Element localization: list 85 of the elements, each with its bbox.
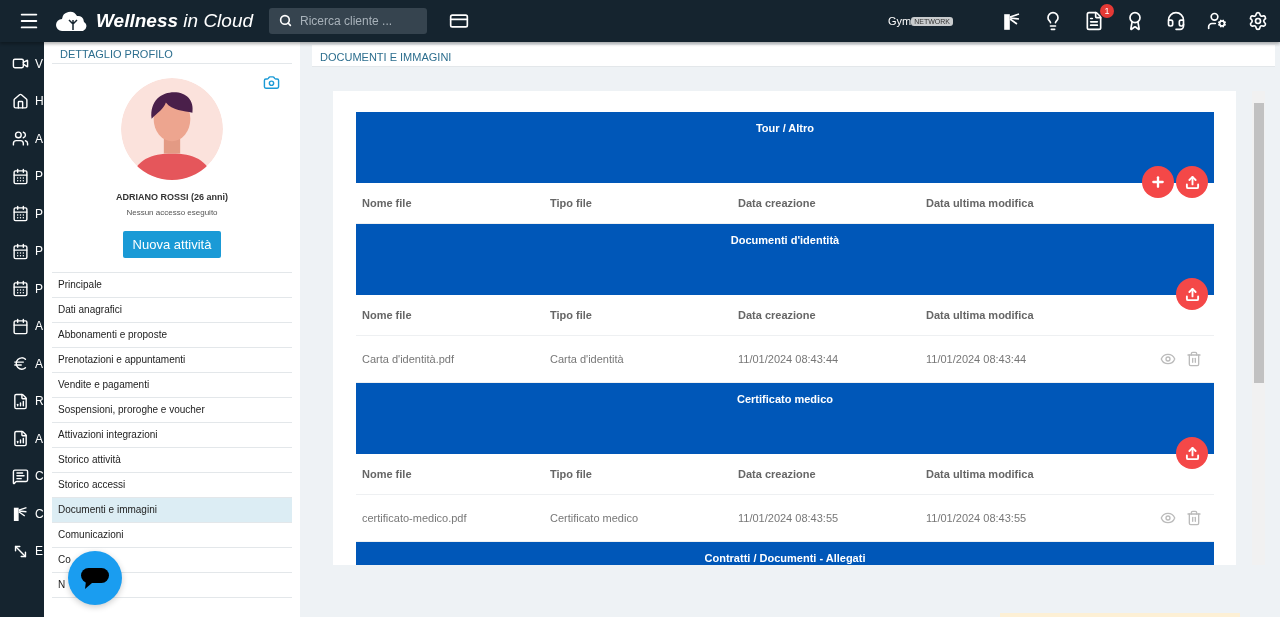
sidebar-label[interactable]: P [35,169,43,184]
access-status: Nessun accesso eseguito [126,208,218,217]
upload-button[interactable] [1176,166,1208,198]
plus-icon [1150,174,1166,190]
euro-icon[interactable] [12,355,29,373]
card-icon[interactable] [449,11,470,31]
profile-menu-item[interactable]: Prenotazioni e appuntamenti [52,348,292,373]
column-header: Tipo file [549,468,593,480]
user-gear-icon[interactable] [1207,11,1227,31]
turnstile-icon[interactable] [1002,11,1022,31]
profile-menu-item[interactable]: Attivazioni integrazioni [52,423,292,448]
column-header: Nome file [361,197,413,209]
profile-menu-item[interactable]: Principale [52,273,292,298]
sidebar-label[interactable]: E [35,544,43,559]
profile-menu-item[interactable]: Sospensioni, proroghe e voucher [52,398,292,423]
table-cell-text: certificato-medico.pdf [361,512,468,524]
sidebar-label[interactable]: P [35,281,43,296]
column-header: Nome file [361,309,413,321]
column-header: Data ultima modifica [925,197,1035,209]
search-icon [279,14,293,27]
camera-icon[interactable] [263,74,280,91]
message-icon[interactable] [12,467,29,485]
users-icon[interactable] [12,130,29,148]
sidebar-label[interactable]: C [35,506,44,521]
document-icon[interactable] [1084,11,1104,31]
profile-menu-item[interactable]: Vendite e pagamenti [52,373,292,398]
scrollbar-thumb[interactable] [1253,103,1264,383]
headset-icon[interactable] [1166,11,1186,31]
column-header: Data creazione [737,197,817,209]
home-icon[interactable] [12,92,29,110]
table-cell-text: 11/01/2024 08:43:44 [925,353,1028,365]
upload-icon [1184,174,1200,190]
sidebar-label[interactable]: A [35,431,43,446]
calendar-icon[interactable] [12,280,29,298]
profile-menu-item[interactable]: Storico attività [52,448,292,473]
table-cell-text: Carta d'identità.pdf [361,353,455,365]
gym-label: Gym [888,15,912,27]
panel-title: DETTAGLIO PROFILO [52,42,292,64]
profile-menu-item[interactable]: Dati anagrafici [52,298,292,323]
table-cell-text: Carta d'identità [549,353,625,365]
upload-button[interactable] [1176,437,1208,469]
calendar-icon[interactable] [12,167,29,185]
profile-menu-item[interactable]: Abbonamenti e proposte [52,323,292,348]
column-header: Data creazione [737,468,817,480]
column-header: Tipo file [549,197,593,209]
table-cell-text: 11/01/2024 08:43:55 [737,512,840,524]
calendar-icon[interactable] [12,242,29,260]
profile-menu-item[interactable]: Comunicazioni [52,523,292,548]
sidebar-label[interactable]: A [35,319,43,334]
table-cell-text: Certificato medico [549,512,640,524]
sidebar-label[interactable]: V [35,56,43,71]
sidebar-label[interactable]: C [35,469,44,484]
profile-menu-item[interactable]: Documenti e immagini [52,498,292,523]
upload-icon [1184,286,1200,302]
column-header: Tipo file [549,309,593,321]
table-cell-text: 11/01/2024 08:43:44 [737,353,840,365]
sidebar-label[interactable]: A [35,131,43,146]
column-header: Data creazione [737,309,817,321]
sidebar-label[interactable]: H [35,94,44,109]
chat-bubble-icon [80,565,110,591]
section-title: Documenti d'identità [729,233,841,246]
column-header: Data ultima modifica [925,468,1035,480]
upload-button[interactable] [1176,278,1208,310]
column-header: Nome file [361,468,413,480]
report-icon[interactable] [12,430,29,448]
upload-icon [1184,445,1200,461]
add-button[interactable] [1142,166,1174,198]
report-icon[interactable] [12,392,29,410]
client-name: ADRIANO ROSSI (26 anni) [116,192,228,202]
search-field[interactable]: Ricerca cliente ... [269,8,428,34]
notification-badge: 1 [1100,4,1114,18]
calendar-icon[interactable] [12,317,29,335]
sidebar-label[interactable]: P [35,206,43,221]
sidebar-label[interactable]: R [35,394,44,409]
sidebar-label[interactable]: A [35,356,43,371]
section-title: Certificato medico [736,392,834,405]
calendar-icon[interactable] [12,205,29,223]
sidebar-label[interactable]: P [35,244,43,259]
turnstile-icon[interactable] [12,505,29,523]
section-title: Tour / Altro [754,121,815,134]
section-title: Contratti / Documenti - Allegati [703,551,867,564]
settings-icon[interactable] [1248,11,1268,31]
table-cell-text: 11/01/2024 08:43:55 [925,512,1028,524]
brand-name: Wellness in Cloud [96,10,254,32]
column-header: Data ultima modifica [925,309,1035,321]
